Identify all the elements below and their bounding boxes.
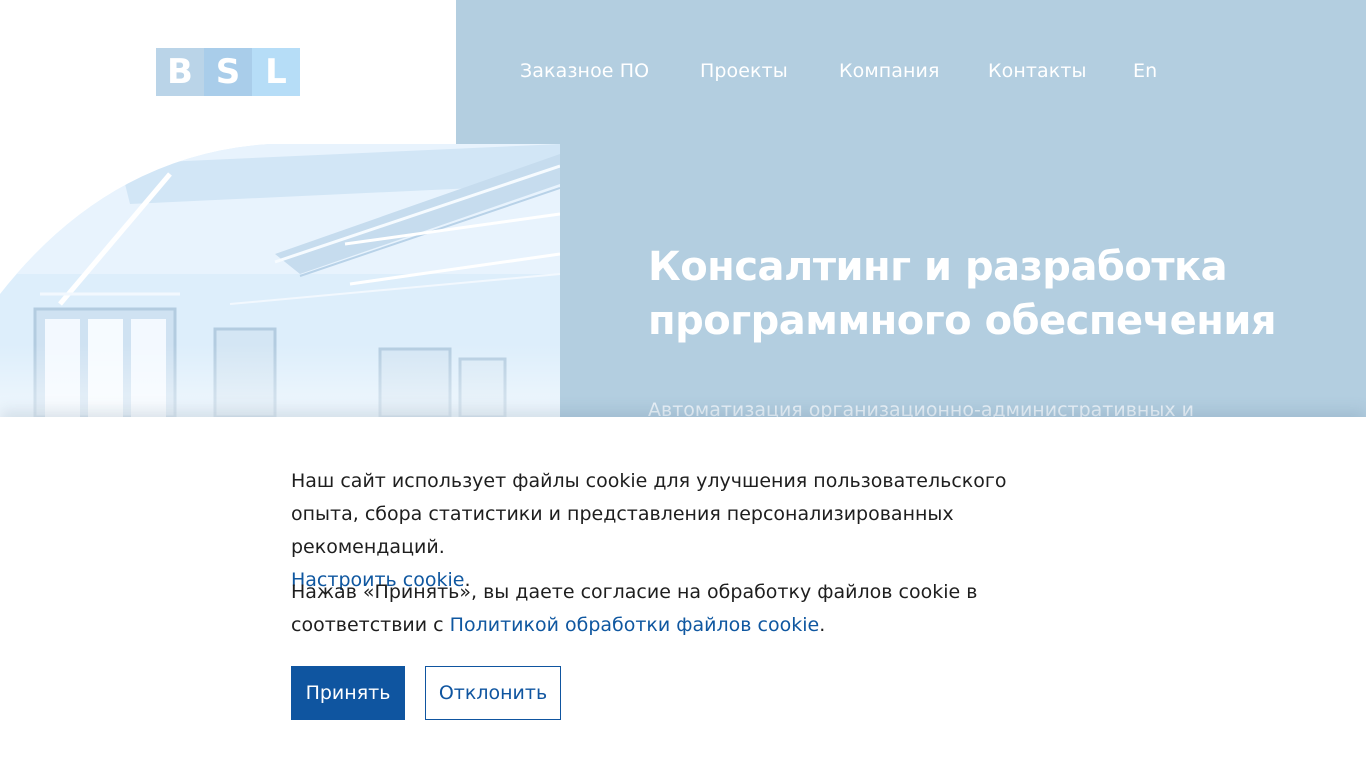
- cookie-consent-paragraph: Нажав «Принять», вы даете согласие на об…: [291, 576, 1071, 642]
- logo-letter-b: B: [156, 48, 204, 96]
- hero-title: Консалтинг и разработка программного обе…: [648, 240, 1328, 348]
- hero-title-line-1: Консалтинг и разработка: [648, 244, 1228, 290]
- nav-item-contacts[interactable]: Контакты: [988, 60, 1087, 82]
- cookie-banner: Наш сайт использует файлы cookie для улу…: [0, 417, 1366, 768]
- accept-cookies-button[interactable]: Принять: [291, 666, 405, 720]
- nav-item-projects[interactable]: Проекты: [700, 60, 788, 82]
- cookie-info-text: Наш сайт использует файлы cookie для улу…: [291, 470, 1007, 558]
- hero-title-line-2: программного обеспечения: [648, 298, 1277, 344]
- nav-item-company[interactable]: Компания: [839, 60, 940, 82]
- cookie-period: .: [819, 614, 826, 636]
- cookie-policy-link[interactable]: Политикой обработки файлов cookie: [450, 614, 820, 636]
- bsl-logo[interactable]: B S L: [156, 48, 300, 96]
- nav-item-custom-software[interactable]: Заказное ПО: [520, 60, 649, 82]
- decline-cookies-button[interactable]: Отклонить: [425, 666, 561, 720]
- logo-letter-l: L: [252, 48, 300, 96]
- logo-letter-s: S: [204, 48, 252, 96]
- nav-item-language-en[interactable]: En: [1133, 60, 1157, 82]
- office-photo: [0, 144, 560, 417]
